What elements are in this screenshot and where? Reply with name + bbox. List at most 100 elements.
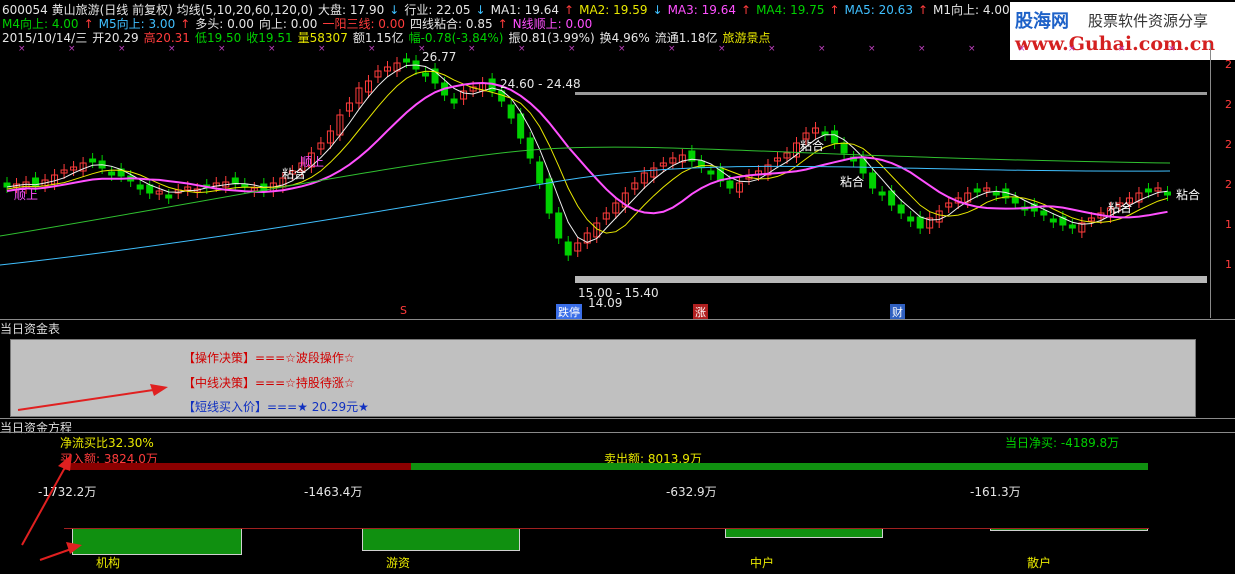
x-marker: ×: [468, 44, 476, 54]
candle-body: [992, 191, 1000, 196]
sell-bar: [411, 463, 1148, 470]
x-marker: ×: [668, 44, 676, 54]
panel-title-fund-equation: 当日资金方程: [0, 421, 73, 435]
decision-short-buy: 【短线买入价】===★ 20.29元★: [183, 400, 369, 414]
header-line-1: 600054 黄山旅游(日线 前复权) 均线(5,10,20,60,120,0)…: [2, 1, 1030, 17]
header-field: ↑: [829, 3, 840, 17]
arrow-annotation-1: [17, 384, 168, 411]
axis-tick: 2: [1225, 178, 1232, 191]
candle-body: [136, 184, 144, 190]
x-marker: ×: [1118, 44, 1126, 54]
x-marker: ×: [1168, 44, 1176, 54]
x-marker: ×: [18, 44, 26, 54]
axis-tick: 1: [1225, 218, 1232, 231]
candle-body: [536, 161, 544, 184]
x-marker: ×: [168, 44, 176, 54]
candle-body: [840, 142, 848, 154]
candle-body: [831, 130, 839, 144]
x-marker: ×: [1068, 44, 1076, 54]
annotation-shunshang-2: 顺上: [300, 155, 325, 169]
annotation-nianhe-3: 粘合: [840, 175, 865, 189]
panel-title-fund-table: 当日资金表: [0, 322, 61, 336]
candle-body: [869, 172, 877, 189]
x-marker: ×: [518, 44, 526, 54]
candle-body: [422, 72, 430, 77]
candle-body: [1049, 218, 1057, 223]
divider: [0, 319, 1235, 320]
price-low-label: 14.09: [588, 296, 623, 310]
candle-body: [1163, 191, 1171, 196]
candle-body: [897, 204, 905, 214]
net-buy: 当日净买: -4189.8万: [1005, 436, 1120, 450]
zone-high-label: 24.60 - 24.48: [500, 77, 581, 91]
annotation-nianhe-5: 粘合: [1176, 188, 1201, 202]
x-marker: ×: [118, 44, 126, 54]
axis-tick: 2: [1225, 58, 1232, 71]
candle-body: [973, 188, 981, 193]
x-marker: ×: [368, 44, 376, 54]
support-zone: [575, 276, 1207, 283]
category-youzi: 游资: [386, 556, 411, 570]
header-field: MA4: 19.75: [756, 3, 825, 17]
axis-tick: 1: [1225, 258, 1232, 271]
x-marker: ×: [918, 44, 926, 54]
value-youzi: -1463.4万: [304, 485, 363, 499]
marker-zhang: 涨: [693, 304, 708, 320]
candle-body: [146, 184, 154, 194]
axis-tick: 2: [1225, 98, 1232, 111]
candle-body: [517, 113, 525, 139]
price-high-label: 26.77: [422, 50, 457, 64]
x-marker: ×: [718, 44, 726, 54]
annotation-nianhe-4: 粘合: [1108, 201, 1133, 215]
kline-svg: × × × × × × × × × × × × × × × × × × × × × × × ×: [0, 44, 1207, 283]
candle-body: [878, 191, 886, 196]
candle-body: [907, 216, 915, 222]
marker-dieting: 跌停: [556, 304, 582, 320]
header-field: ↓: [652, 3, 663, 17]
divider: [0, 418, 1235, 419]
kline-chart[interactable]: × × × × × × × × × × × × × × × × × × × × × × × × 26.77 24.60 - 2…: [0, 43, 1210, 320]
annotation-shunshang-1: 顺上: [14, 188, 39, 202]
x-marker: ×: [318, 44, 326, 54]
candle-body: [450, 98, 458, 104]
ma1-line: [6, 64, 1168, 243]
candle-body: [108, 171, 116, 176]
marker-cai: 财: [890, 304, 905, 320]
candle-body: [726, 180, 734, 189]
value-zhonghu: -632.9万: [666, 485, 717, 499]
fund-bar: [725, 529, 883, 539]
candle-body: [555, 212, 563, 239]
annotation-nianhe-2: 粘合: [800, 139, 825, 153]
candle-body: [526, 137, 534, 159]
candle-body: [507, 104, 515, 119]
candle-body: [707, 170, 715, 175]
header-field: MA3: 19.64: [667, 3, 736, 17]
candle-body: [165, 194, 173, 199]
x-marker: ×: [768, 44, 776, 54]
x-marker: ×: [618, 44, 626, 54]
candle-body: [89, 158, 97, 163]
candle-body: [564, 241, 572, 256]
resistance-zone: [575, 92, 1207, 95]
x-marker: ×: [268, 44, 276, 54]
decision-operation: 【操作决策】===☆波段操作☆: [183, 351, 355, 365]
marker-s: S: [400, 304, 407, 317]
ma3-line: [6, 81, 1168, 219]
x-marker: ×: [1018, 44, 1026, 54]
fund-bar: [990, 529, 1148, 532]
category-sanhu: 散户: [1027, 556, 1052, 570]
candle-body: [1011, 197, 1019, 204]
value-sanhu: -161.3万: [970, 485, 1021, 499]
header-field: M1向上: 4.00: [933, 3, 1010, 17]
axis-tick: 2: [1225, 138, 1232, 151]
x-marker: ×: [568, 44, 576, 54]
decision-midterm: 【中线决策】===☆持股待涨☆: [183, 376, 355, 390]
candle-body: [403, 58, 411, 63]
divider: [0, 432, 1235, 433]
arrow-annotations: [21, 454, 82, 561]
x-marker: ×: [818, 44, 826, 54]
header-field: ↑: [741, 3, 752, 17]
price-axis: 2 2 2 2 1 1: [1210, 43, 1235, 318]
category-zhonghu: 中户: [750, 556, 775, 570]
candle-body: [1068, 224, 1076, 229]
